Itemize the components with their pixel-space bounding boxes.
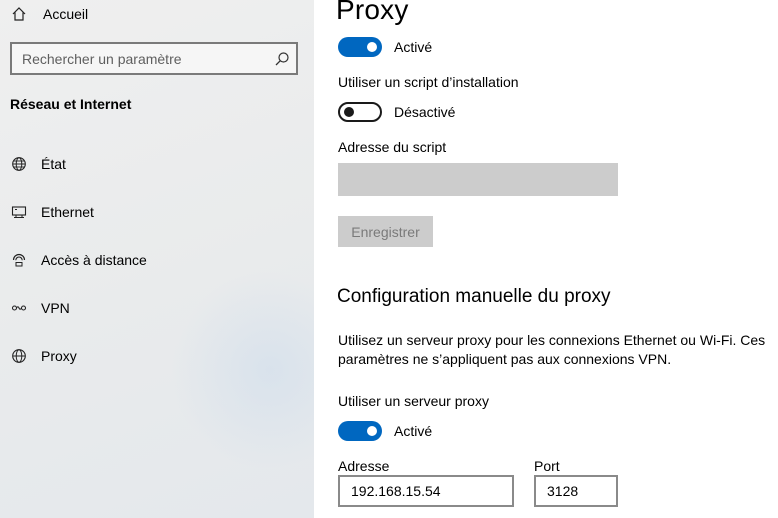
sidebar-item-etat[interactable]: État (10, 153, 66, 175)
sidebar-item-proxy[interactable]: Proxy (10, 345, 77, 367)
globe-status-icon (10, 155, 28, 173)
proxy-address-label: Adresse (338, 458, 390, 474)
sidebar-item-label: Accès à distance (41, 252, 147, 268)
script-address-label: Adresse du script (338, 139, 447, 155)
script-address-input[interactable] (338, 163, 618, 196)
proxy-port-input[interactable]: 3128 (534, 475, 618, 507)
ethernet-icon (10, 203, 28, 221)
main-panel: Proxy Activé Utiliser un script d’instal… (314, 0, 778, 518)
manual-proxy-title: Configuration manuelle du proxy (337, 286, 611, 307)
setup-script-label: Utiliser un script d’installation (338, 74, 519, 90)
toggle-switch[interactable] (338, 102, 382, 122)
toggle-state-text: Désactivé (394, 104, 456, 120)
manual-proxy-description: Utilisez un serveur proxy pour les conne… (338, 332, 766, 367)
sidebar-item-label: Proxy (41, 348, 77, 364)
sidebar-item-label: État (41, 156, 66, 172)
home-label: Accueil (43, 6, 89, 22)
proxy-address-input[interactable]: 192.168.15.54 (338, 475, 514, 507)
use-proxy-toggle[interactable]: Activé (338, 421, 432, 441)
sidebar-item-label: Ethernet (41, 204, 94, 220)
setup-script-toggle[interactable]: Désactivé (338, 102, 455, 122)
page-title: Proxy (336, 0, 409, 25)
dialup-icon (10, 251, 28, 269)
search-icon[interactable] (268, 51, 296, 67)
section-title: Réseau et Internet (10, 96, 132, 112)
globe-icon (10, 347, 28, 365)
proxy-port-label: Port (534, 458, 560, 474)
search-placeholder: Rechercher un paramètre (22, 50, 182, 67)
sidebar-item-ethernet[interactable]: Ethernet (10, 201, 94, 223)
home-link[interactable]: Accueil (10, 3, 88, 25)
vpn-icon (10, 299, 28, 317)
search-input[interactable]: Rechercher un paramètre (10, 42, 298, 75)
save-button[interactable]: Enregistrer (338, 216, 433, 247)
sidebar-item-label: VPN (41, 300, 70, 316)
toggle-switch[interactable] (338, 37, 382, 57)
home-icon (10, 5, 28, 23)
toggle-switch[interactable] (338, 421, 382, 441)
toggle-state-text: Activé (394, 39, 433, 55)
auto-detect-toggle[interactable]: Activé (338, 37, 432, 57)
sidebar: Accueil Rechercher un paramètre Réseau e… (0, 0, 314, 518)
toggle-state-text: Activé (394, 423, 433, 439)
sidebar-item-acces-distance[interactable]: Accès à distance (10, 249, 147, 271)
use-proxy-label: Utiliser un serveur proxy (338, 393, 489, 409)
sidebar-item-vpn[interactable]: VPN (10, 297, 70, 319)
